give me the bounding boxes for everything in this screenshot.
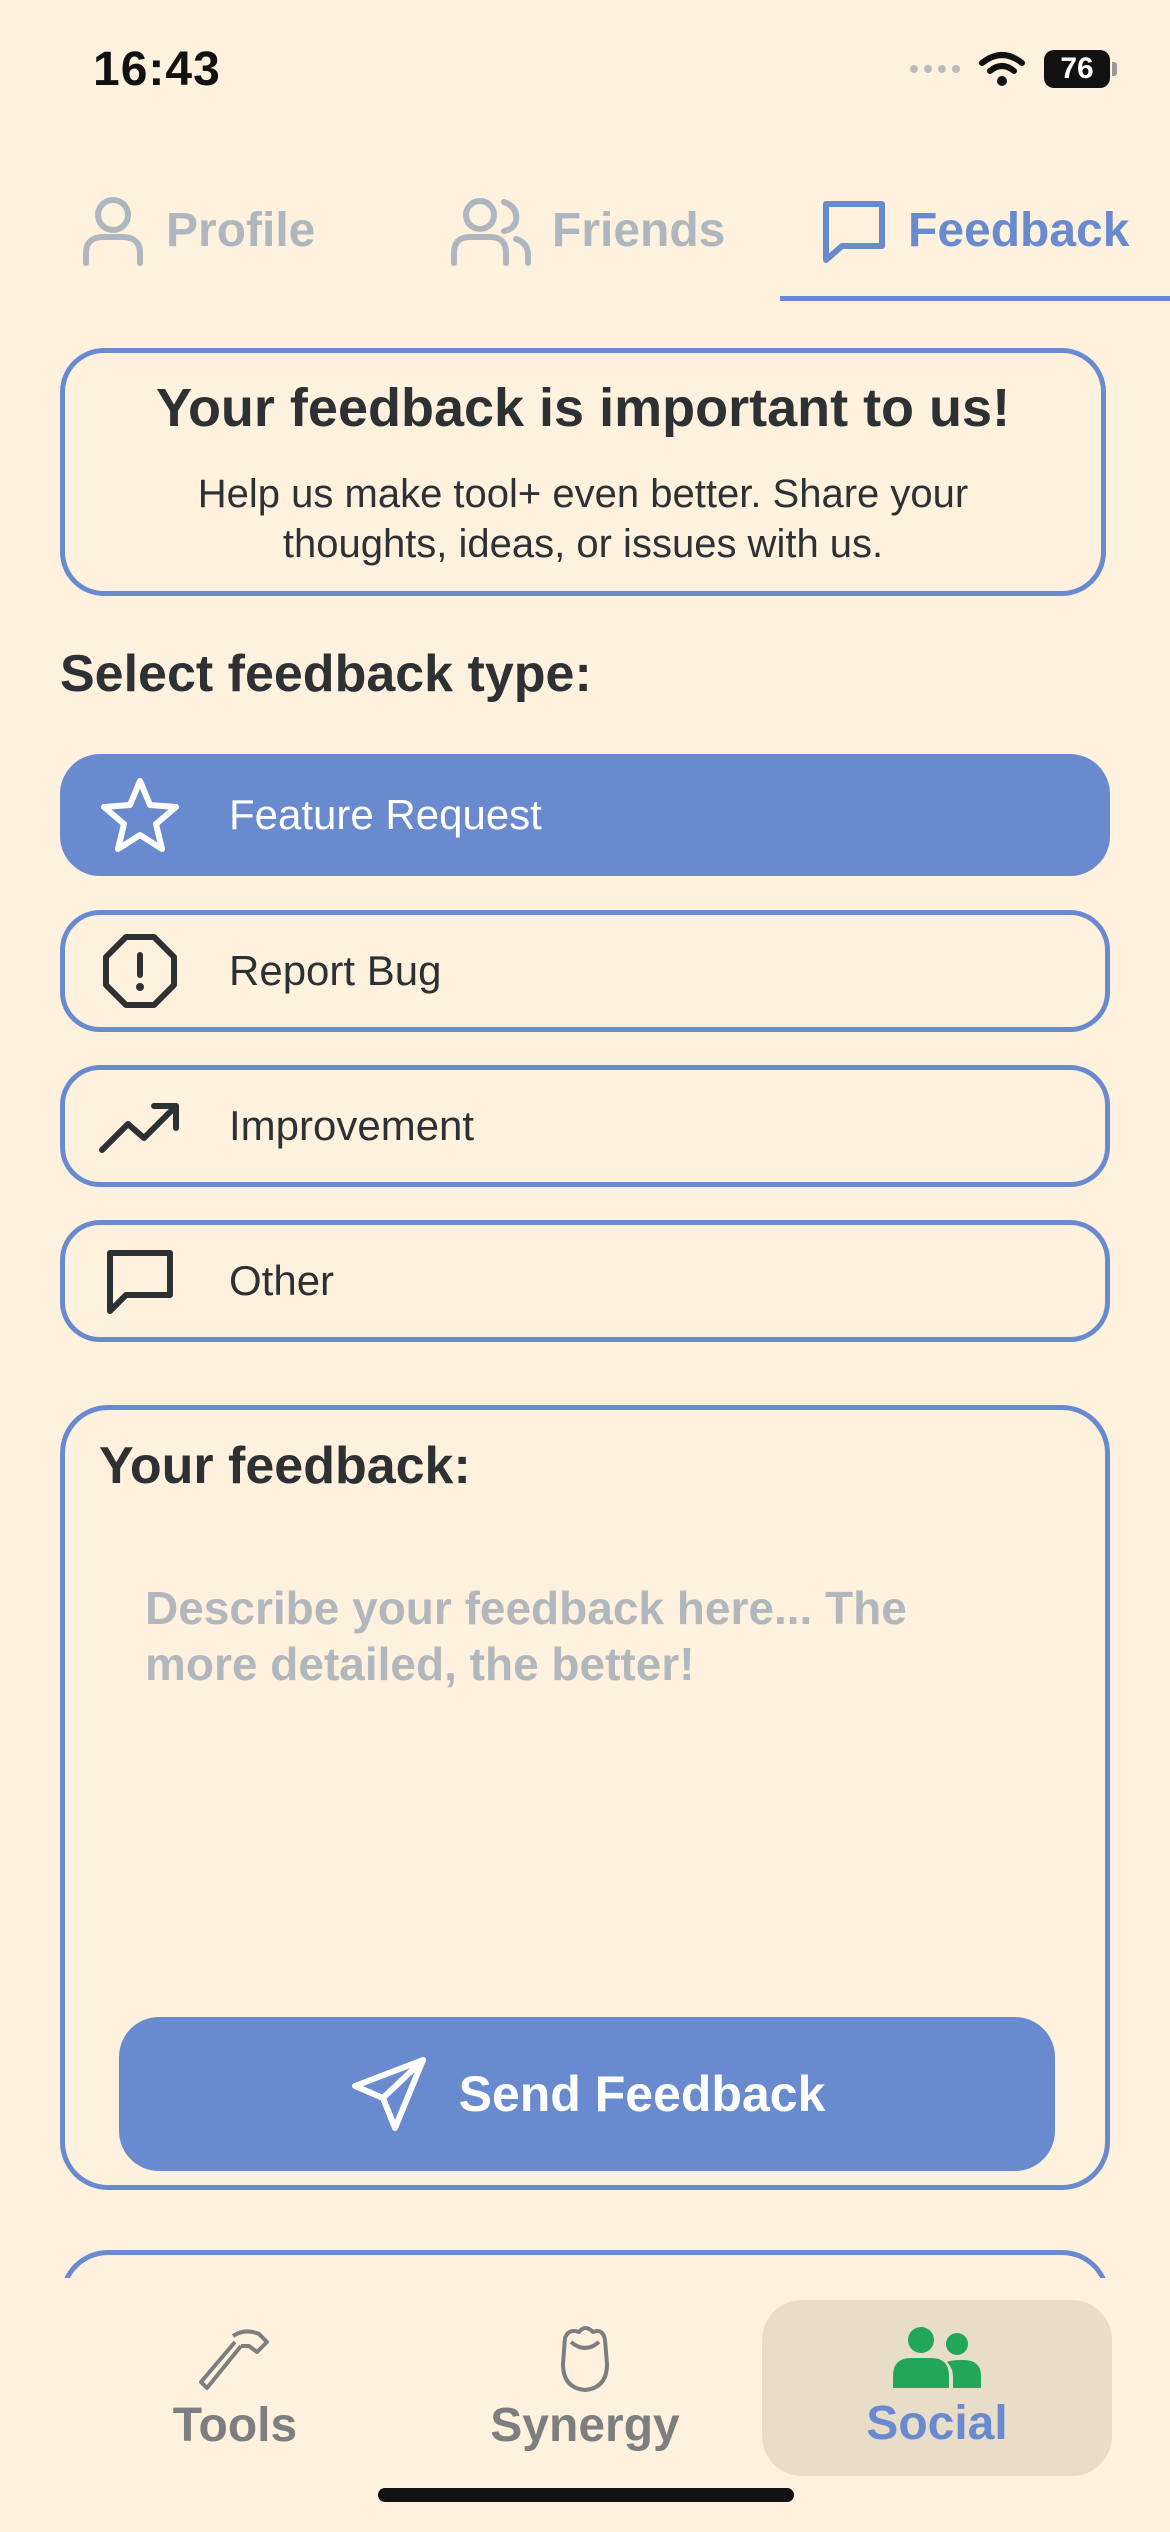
- option-feature-request-label: Feature Request: [229, 791, 542, 838]
- top-tab-bar: Profile Friends Feedback: [0, 170, 1170, 301]
- alert-octagon-icon: [95, 926, 185, 1016]
- hammer-icon: [199, 2328, 269, 2390]
- send-feedback-button[interactable]: Send Feedback: [119, 2017, 1055, 2171]
- status-indicators: 76: [910, 50, 1117, 88]
- tab-friends[interactable]: Friends: [448, 170, 725, 290]
- send-icon: [351, 2057, 426, 2131]
- feedback-form-card: Your feedback: Send Feedback: [60, 1405, 1110, 2190]
- option-improvement-label: Improvement: [229, 1102, 475, 1149]
- feedback-form-title: Your feedback:: [99, 1437, 471, 1495]
- star-icon: [95, 770, 185, 860]
- people-icon: [451, 198, 531, 266]
- nav-synergy[interactable]: Synergy: [410, 2300, 760, 2476]
- info-text: Help us make tool+ even better. Share yo…: [197, 472, 969, 566]
- option-improvement[interactable]: Improvement: [60, 1065, 1110, 1187]
- tab-profile[interactable]: Profile: [78, 170, 315, 290]
- tab-profile-label: Profile: [166, 203, 316, 257]
- battery-icon: 76: [1044, 50, 1117, 88]
- chat-bubble-icon: [95, 1236, 185, 1326]
- feedback-textarea[interactable]: [145, 1580, 1025, 2000]
- home-indicator: [378, 2488, 794, 2502]
- nav-tools[interactable]: Tools: [60, 2300, 410, 2476]
- send-feedback-label: Send Feedback: [458, 2066, 826, 2122]
- tab-friends-label: Friends: [552, 203, 726, 257]
- option-other[interactable]: Other: [60, 1220, 1110, 1342]
- wifi-icon: [979, 52, 1025, 86]
- trending-up-icon: [95, 1081, 185, 1171]
- option-feature-request[interactable]: Feature Request: [60, 754, 1110, 876]
- info-card: Your feedback is important to us! Help u…: [60, 348, 1106, 596]
- active-tab-indicator: [780, 296, 1170, 301]
- tab-feedback-label: Feedback: [908, 203, 1130, 257]
- signal-icon: [910, 65, 960, 73]
- status-time: 16:43: [93, 43, 221, 96]
- option-other-label: Other: [229, 1257, 335, 1304]
- nav-synergy-label: Synergy: [490, 2398, 680, 2452]
- rose-icon: [561, 2325, 609, 2392]
- nav-tools-label: Tools: [172, 2398, 298, 2452]
- info-title: Your feedback is important to us!: [155, 378, 1011, 438]
- people-filled-icon: [893, 2326, 981, 2388]
- nav-social-label: Social: [866, 2396, 1008, 2450]
- chat-bubble-icon: [823, 201, 885, 263]
- option-report-bug-label: Report Bug: [229, 947, 442, 994]
- feedback-type-label: Select feedback type:: [60, 645, 592, 703]
- tab-feedback[interactable]: Feedback: [818, 170, 1129, 290]
- person-icon: [83, 197, 143, 266]
- nav-social[interactable]: Social: [762, 2300, 1112, 2476]
- option-report-bug[interactable]: Report Bug: [60, 910, 1110, 1032]
